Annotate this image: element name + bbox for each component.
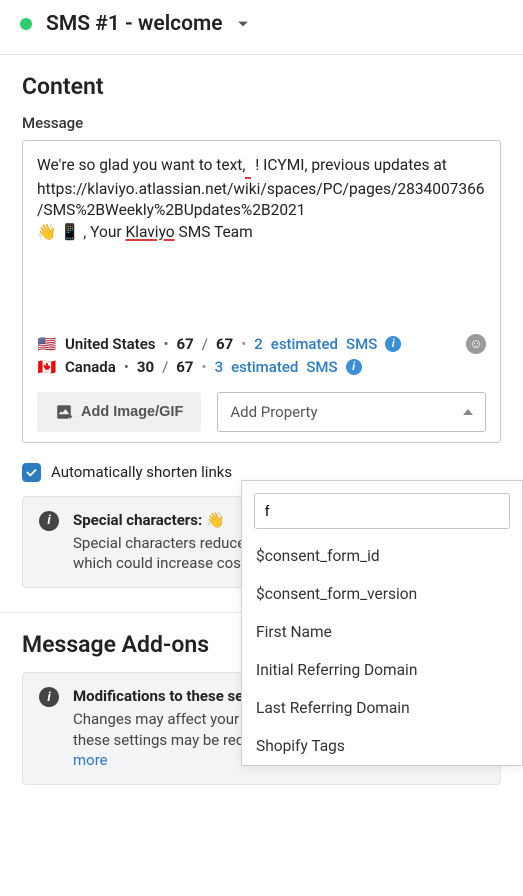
cursor-marker: .: [245, 155, 251, 179]
image-plus-icon: [55, 403, 73, 421]
country-row-ca: 🇨🇦 Canada • 30 / 67 • 3 estimated SMS i: [37, 358, 486, 376]
page-title: SMS #1 - welcome: [46, 12, 223, 36]
add-image-label: Add Image/GIF: [81, 404, 183, 420]
info-filled-icon: i: [39, 687, 59, 707]
msg-a: We're so glad you want to text,: [37, 156, 245, 174]
content-section: Content Message We're so glad you want t…: [0, 55, 523, 443]
country-row-us: 🇺🇸 United States • 67 / 67 • 2 estimated…: [37, 334, 486, 354]
flag-us-icon: 🇺🇸: [37, 335, 57, 353]
char-count: 30: [137, 358, 154, 376]
message-editor[interactable]: We're so glad you want to text,. ! ICYMI…: [22, 140, 501, 443]
add-property-select[interactable]: Add Property: [217, 392, 486, 432]
country-name: Canada: [65, 358, 116, 376]
dropdown-item[interactable]: First Name: [242, 613, 522, 651]
status-dot-icon: [20, 18, 32, 30]
estimated-label[interactable]: estimated: [231, 358, 298, 376]
estimated-label[interactable]: estimated: [271, 335, 338, 353]
char-count: 67: [177, 335, 194, 353]
content-heading: Content: [22, 73, 501, 100]
msg-e: SMS Team: [175, 223, 253, 241]
message-text[interactable]: We're so glad you want to text,. ! ICYMI…: [37, 155, 486, 244]
checkmark-icon: [25, 466, 38, 479]
dropdown-item[interactable]: Shopify Tags: [242, 727, 522, 765]
char-max: 67: [176, 358, 193, 376]
dropdown-item[interactable]: $consent_form_version: [242, 575, 522, 613]
info-icon[interactable]: i: [346, 359, 362, 375]
caret-up-icon: [463, 409, 473, 415]
property-search-input[interactable]: [265, 503, 499, 520]
flag-ca-icon: 🇨🇦: [37, 358, 57, 376]
country-name: United States: [65, 335, 155, 353]
msg-d: Klaviyo: [125, 223, 174, 241]
slash: /: [202, 335, 208, 353]
sep-dot: •: [202, 358, 207, 376]
add-image-button[interactable]: Add Image/GIF: [37, 392, 201, 432]
slash: /: [162, 358, 168, 376]
segment-count: 2: [254, 335, 263, 353]
property-search[interactable]: [254, 493, 510, 529]
emoji-picker-icon[interactable]: ☺: [466, 334, 486, 354]
char-max: 67: [216, 335, 233, 353]
page-header: SMS #1 - welcome: [0, 0, 523, 55]
dropdown-item[interactable]: Initial Referring Domain: [242, 651, 522, 689]
shorten-links-row: Automatically shorten links: [22, 463, 501, 482]
msg-c: 👋 📱 , Your: [37, 223, 125, 241]
editor-actions: Add Image/GIF Add Property: [37, 392, 486, 432]
page-root: SMS #1 - welcome Content Message We're s…: [0, 0, 523, 785]
sep-dot: •: [163, 335, 168, 353]
dropdown-item[interactable]: $consent_form_id: [242, 537, 522, 575]
info-icon[interactable]: i: [385, 336, 401, 352]
sep-dot: •: [124, 358, 129, 376]
caret-down-icon[interactable]: [237, 18, 249, 30]
segment-count: 3: [215, 358, 224, 376]
sms-label: SMS: [306, 358, 337, 376]
add-property-label: Add Property: [230, 403, 317, 421]
shorten-links-label: Automatically shorten links: [51, 463, 232, 481]
sep-dot: •: [241, 335, 246, 353]
property-dropdown: $consent_form_id $consent_form_version F…: [241, 480, 523, 766]
sms-label: SMS: [346, 335, 377, 353]
info-filled-icon: i: [39, 511, 59, 531]
dropdown-item[interactable]: Last Referring Domain: [242, 689, 522, 727]
message-label: Message: [22, 114, 501, 132]
shorten-links-checkbox[interactable]: [22, 463, 41, 482]
